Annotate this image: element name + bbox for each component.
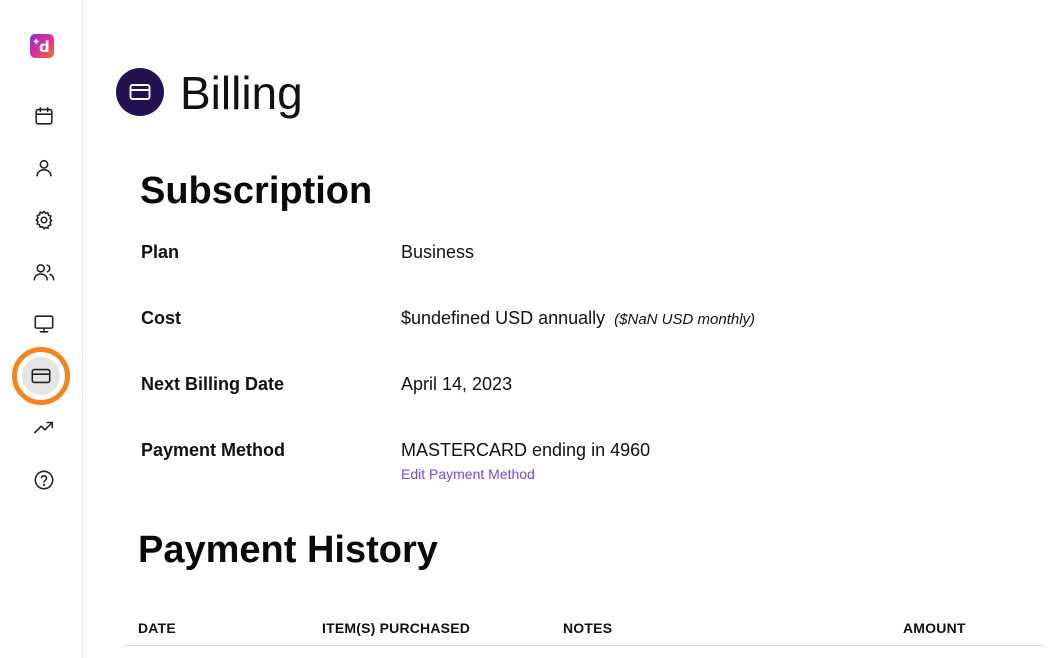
payment-method-label: Payment Method (141, 440, 286, 460)
next-billing-date-label: Next Billing Date (141, 374, 285, 394)
plan-value: Business (401, 242, 475, 262)
credit-card-icon (129, 84, 151, 100)
trending-up-icon (34, 421, 54, 434)
sidebar: ✦ d (0, 0, 83, 658)
credit-card-icon (31, 368, 51, 384)
sidebar-item-calendar[interactable] (26, 98, 62, 134)
column-header-date[interactable]: DATE (138, 619, 176, 637)
sidebar-item-help[interactable] (26, 462, 62, 498)
next-billing-date-value: April 14, 2023 (401, 374, 513, 394)
subscription-title: Subscription (140, 170, 373, 212)
payment-method-value: MASTERCARD ending in 4960 (401, 440, 651, 460)
cost-value: $undefined USD annually (401, 308, 606, 328)
sidebar-item-profile[interactable] (26, 150, 62, 186)
payment-history-title: Payment History (138, 529, 438, 571)
column-header-amount[interactable]: AMOUNT (903, 619, 966, 637)
column-header-items[interactable]: ITEM(S) PURCHASED (322, 619, 470, 637)
page-title: Billing (180, 67, 303, 119)
sidebar-item-display[interactable] (26, 306, 62, 342)
cost-label: Cost (141, 308, 181, 328)
sidebar-item-settings[interactable] (26, 202, 62, 238)
column-header-notes[interactable]: NOTES (563, 619, 612, 637)
sidebar-item-team[interactable] (26, 254, 62, 290)
cost-value-row: $undefined USD annually ($NaN USD monthl… (401, 306, 755, 332)
billing-header-icon (116, 68, 164, 116)
edit-payment-method-link[interactable]: Edit Payment Method (401, 464, 535, 484)
plan-label: Plan (141, 242, 180, 262)
app-logo[interactable]: ✦ d (30, 34, 54, 58)
help-circle-icon (34, 470, 54, 490)
gear-icon (35, 210, 53, 230)
logo-letter: d (39, 38, 50, 56)
users-icon (33, 264, 55, 281)
cost-monthly-note: ($NaN USD monthly) (614, 311, 756, 328)
calendar-icon (35, 106, 53, 125)
monitor-icon (34, 315, 54, 333)
sidebar-item-billing[interactable] (12, 347, 70, 405)
active-highlight (22, 357, 60, 395)
user-icon (36, 159, 52, 177)
table-header-divider (124, 645, 1044, 646)
sidebar-item-analytics[interactable] (26, 410, 62, 446)
